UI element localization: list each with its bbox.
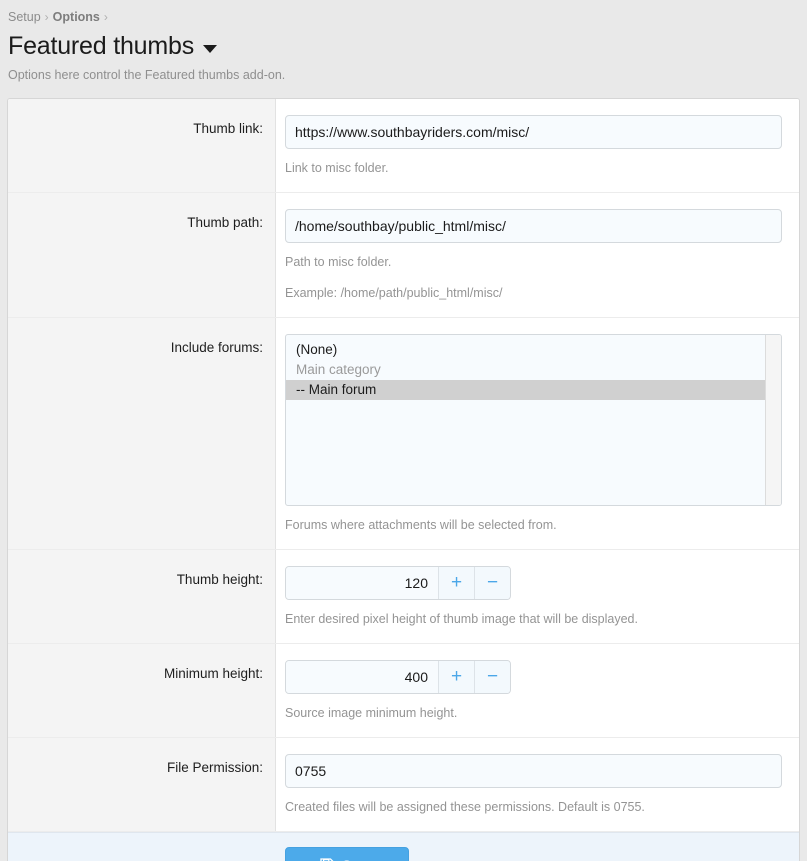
field-control-cell: (None) Main category -- Main forum Forum… — [276, 318, 799, 549]
file-permission-input[interactable] — [285, 754, 782, 788]
form-row-thumb-link: Thumb link: Link to misc folder. — [8, 99, 799, 193]
thumb-path-input[interactable] — [285, 209, 782, 243]
form-row-thumb-path: Thumb path: Path to misc folder. Example… — [8, 193, 799, 318]
thumb-link-input[interactable] — [285, 115, 782, 149]
field-hint: Source image minimum height. — [285, 706, 458, 720]
page-title-row: Featured thumbs — [0, 25, 807, 61]
field-label: Minimum height: — [8, 644, 276, 737]
increment-button[interactable]: + — [438, 567, 474, 599]
include-forums-listbox[interactable]: (None) Main category -- Main forum — [285, 334, 782, 506]
field-control-cell: + − Source image minimum height. — [276, 644, 799, 737]
field-hint: Forums where attachments will be selecte… — [285, 518, 557, 532]
thumb-height-input[interactable] — [286, 567, 438, 599]
list-item-selected[interactable]: -- Main forum — [286, 380, 765, 400]
field-hint: Link to misc folder. — [285, 161, 389, 175]
field-control-cell: Created files will be assigned these per… — [276, 738, 799, 831]
field-hint: Enter desired pixel height of thumb imag… — [285, 612, 638, 626]
breadcrumb-item-options[interactable]: Options — [53, 10, 100, 24]
page-subtitle: Options here control the Featured thumbs… — [8, 68, 286, 82]
listbox-options: (None) Main category -- Main forum — [286, 335, 765, 505]
chevron-down-icon[interactable] — [203, 45, 217, 53]
save-button[interactable]: Save — [285, 847, 409, 861]
form-row-minimum-height: Minimum height: + − Source image minimum… — [8, 644, 799, 738]
field-hint: Path to misc folder. — [285, 255, 392, 269]
save-button-label: Save — [342, 857, 374, 861]
minimum-height-input[interactable] — [286, 661, 438, 693]
options-panel: Thumb link: Link to misc folder. Thumb p… — [7, 98, 800, 861]
form-row-include-forums: Include forums: (None) Main category -- … — [8, 318, 799, 550]
field-control-cell: Path to misc folder. Example: /home/path… — [276, 193, 799, 317]
field-label: Thumb height: — [8, 550, 276, 643]
breadcrumb-item-setup[interactable]: Setup — [8, 10, 41, 24]
list-item-group: Main category — [296, 362, 381, 377]
admin-options-page: Setup › Options › Featured thumbs Options h… — [0, 0, 807, 861]
field-label: Thumb link: — [8, 99, 276, 192]
panel-footer: Save — [8, 832, 799, 861]
form-row-thumb-height: Thumb height: + − Enter desired pixel he… — [8, 550, 799, 644]
listbox-scrollbar[interactable] — [765, 335, 781, 505]
thumb-height-stepper: + − — [285, 566, 511, 600]
field-label: Include forums: — [8, 318, 276, 549]
form-row-file-permission: File Permission: Created files will be a… — [8, 738, 799, 832]
field-hint: Created files will be assigned these per… — [285, 800, 645, 814]
page-title: Featured thumbs — [8, 32, 194, 60]
field-hint-example: Example: /home/path/public_html/misc/ — [285, 286, 503, 300]
decrement-button[interactable]: − — [474, 661, 510, 693]
breadcrumb-separator: › — [44, 10, 49, 24]
minimum-height-stepper: + − — [285, 660, 511, 694]
decrement-button[interactable]: − — [474, 567, 510, 599]
increment-button[interactable]: + — [438, 661, 474, 693]
list-item[interactable]: (None) — [286, 340, 765, 360]
field-label: Thumb path: — [8, 193, 276, 317]
field-control-cell: + − Enter desired pixel height of thumb … — [276, 550, 799, 643]
breadcrumb: Setup › Options › — [0, 0, 807, 25]
field-label: File Permission: — [8, 738, 276, 831]
breadcrumb-separator-trailing: › — [103, 10, 108, 24]
field-control-cell: Link to misc folder. — [276, 99, 799, 192]
